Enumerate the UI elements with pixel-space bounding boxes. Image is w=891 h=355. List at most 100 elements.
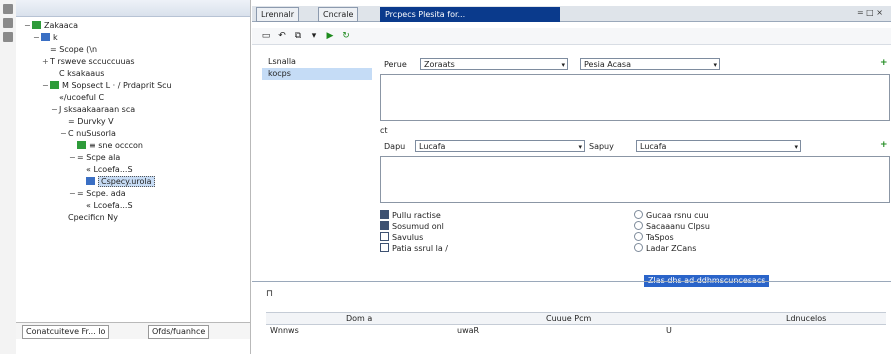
editor-tab-strip: Lrennalr Cncrale Prcpecs Plesita for... …: [252, 6, 891, 22]
tree-expander-icon[interactable]: −: [33, 32, 41, 44]
tree-item[interactable]: Cpecificn Ny: [60, 212, 118, 224]
tree-node-icon: [77, 141, 86, 149]
row2-combo-2[interactable]: Lucafa ▾: [636, 140, 801, 152]
tree-item[interactable]: « Lcoefa...S: [78, 164, 133, 176]
option-radio[interactable]: Sacaaanu Clpsu: [634, 221, 710, 232]
tree-item-label: T rsweve sccuccuuas: [50, 57, 135, 66]
checkbox-icon: [380, 221, 389, 230]
tree-item[interactable]: − Zakaaca: [24, 20, 78, 32]
editor-tab-1[interactable]: Cncrale: [318, 7, 359, 22]
grid-cell: U: [666, 326, 672, 335]
tree-expander-icon[interactable]: −: [69, 152, 77, 164]
checkbox-icon: [380, 243, 389, 252]
dropdown-icon[interactable]: ▾: [308, 30, 320, 42]
option-checkbox[interactable]: Patia ssrul la /: [380, 243, 448, 254]
radio-label: Gucaa rsnu cuu: [646, 211, 709, 220]
tree-expander-icon[interactable]: −: [42, 80, 50, 92]
tree-item[interactable]: − M Sopsect L · / Prdaprit Scu: [42, 80, 172, 92]
properties-icon[interactable]: ⊓: [266, 289, 276, 299]
tree-item[interactable]: Cspecy.urola: [78, 176, 155, 188]
option-radio[interactable]: Ladar ZCans: [634, 243, 696, 254]
tree-item[interactable]: = Scope (\n: [42, 44, 97, 56]
checkbox-label: Sosumud onl: [392, 222, 444, 231]
tree-item-label: « Lcoefa...S: [86, 165, 133, 174]
grid-column-header[interactable]: Ldnucelos: [786, 313, 826, 324]
window-controls[interactable]: = □ ×: [857, 8, 883, 17]
row2-combo-2-value: Lucafa: [640, 142, 667, 151]
chevron-down-icon: ▾: [713, 61, 717, 69]
grid-column-header[interactable]: Dom a: [346, 313, 372, 324]
tree-node-icon: [86, 177, 95, 185]
radio-label: Sacaaanu Clpsu: [646, 222, 710, 231]
tree-item-label: «/ucoeful C: [59, 93, 105, 102]
row1-combo-2[interactable]: Pesia Acasa ▾: [580, 58, 720, 70]
tree-panel: − Zakaaca − k = Scope (\n +T rsweve sccuccuua…: [16, 0, 251, 354]
tree-item[interactable]: C ksakaaus: [51, 68, 104, 80]
checkbox-label: Savulus: [392, 233, 424, 242]
row2-combo-1[interactable]: Lucafa ▾: [415, 140, 585, 152]
left-tab-0[interactable]: Conatcuiteve Fr... lo: [22, 325, 110, 339]
tree-item[interactable]: −= Scpe. ada: [69, 188, 126, 200]
tree-item[interactable]: −J sksaakaaraan sca: [51, 104, 135, 116]
radio-icon: [634, 243, 643, 252]
row1-label: Perue: [384, 60, 407, 69]
add-row2-icon[interactable]: +: [880, 140, 888, 150]
refresh-icon[interactable]: ↻: [340, 30, 352, 42]
tree-item-label: M Sopsect L · / Prdaprit Scu: [62, 81, 172, 90]
tree-expander-icon[interactable]: −: [60, 128, 68, 140]
tree-item-label: ≡ sne occcon: [89, 141, 144, 150]
row1-text-area[interactable]: [380, 74, 890, 121]
tree-item-label: Cspecy.urola: [98, 176, 155, 187]
left-toolstrip: [0, 0, 17, 354]
chevron-down-icon: ▾: [794, 143, 798, 151]
save-icon[interactable]: ▭: [260, 30, 272, 42]
tree-item[interactable]: « Lcoefa...S: [78, 200, 133, 212]
checkbox-label: Pullu ractise: [392, 211, 441, 220]
tree-item[interactable]: ≡ sne occcon: [69, 140, 143, 152]
option-checkbox[interactable]: Savulus: [380, 232, 423, 243]
tree-item[interactable]: +T rsweve sccuccuuas: [42, 56, 135, 68]
radio-icon: [634, 221, 643, 230]
tree-expander-icon[interactable]: −: [69, 188, 77, 200]
undo-icon[interactable]: ↶: [276, 30, 288, 42]
editor-tab-active[interactable]: Prcpecs Plesita for...: [380, 7, 560, 22]
add-row1-icon[interactable]: +: [880, 58, 888, 68]
tree-item[interactable]: −C nuSusorla: [60, 128, 116, 140]
option-checkbox[interactable]: Sosumud onl: [380, 221, 444, 232]
tree-expander-icon[interactable]: −: [24, 20, 32, 32]
option-radio[interactable]: TaSpos: [634, 232, 674, 243]
copy-icon[interactable]: ⧉: [292, 30, 304, 42]
editor-tab-0[interactable]: Lrennalr: [256, 7, 300, 22]
row1-combo-1-value: Zoraats: [424, 60, 455, 69]
left-tab-1[interactable]: Ofds/fuanhce: [148, 325, 210, 339]
tree-item-label: Cpecificn Ny: [68, 213, 118, 222]
tree-item-label: = Scope (\n: [50, 45, 98, 54]
tree-item[interactable]: − k: [33, 32, 58, 44]
tree-item[interactable]: = Durvky V: [60, 116, 114, 128]
radio-icon: [634, 210, 643, 219]
run-icon[interactable]: ▶: [324, 30, 336, 42]
tree-expander-icon[interactable]: +: [42, 56, 50, 68]
tree-item[interactable]: −= Scpe ala: [69, 152, 120, 164]
tree-node-icon: [50, 81, 59, 89]
option-checkbox[interactable]: Pullu ractise: [380, 210, 441, 221]
row2-text-area[interactable]: [380, 156, 890, 203]
row1-combo-1[interactable]: Zoraats ▾: [420, 58, 568, 70]
option-radio[interactable]: Gucaa rsnu cuu: [634, 210, 709, 221]
editor-toolbar: ▭ ↶ ⧉ ▾ ▶ ↻: [252, 28, 891, 45]
grid-cell: uwaR: [457, 326, 480, 335]
grid-column-header[interactable]: Cuuue Pcm: [546, 313, 591, 324]
outline-view-icon[interactable]: [3, 32, 13, 42]
radio-label: TaSpos: [646, 233, 674, 242]
section-item-0[interactable]: Lsnalla: [262, 56, 372, 68]
tree-expander-icon[interactable]: −: [51, 104, 59, 116]
restore-panel-icon[interactable]: [3, 18, 13, 28]
grid-header: Dom a Cuuue Pcm Ldnucelos: [266, 312, 886, 325]
tree-item-label: C ksakaaus: [59, 69, 105, 78]
row2-label-2: Sapuy: [589, 142, 614, 151]
chevron-down-icon: ▾: [578, 143, 582, 151]
minimize-panel-icon[interactable]: [3, 4, 13, 14]
row2-header: ct: [380, 126, 388, 135]
tree-item[interactable]: «/ucoeful C: [51, 92, 104, 104]
section-item-1[interactable]: kocps: [262, 68, 372, 80]
